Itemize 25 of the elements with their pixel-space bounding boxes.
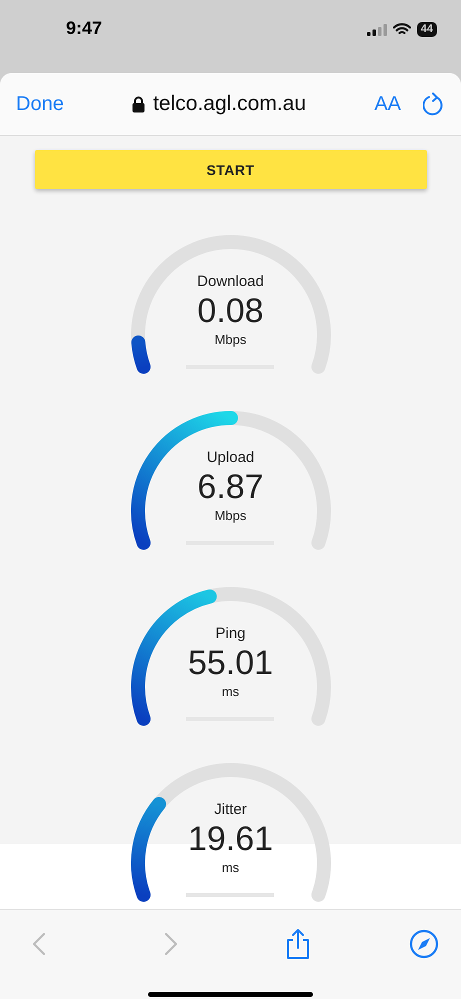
gauge-fill [130, 336, 150, 374]
signal-icon [366, 24, 387, 36]
gauge-unit: ms [220, 684, 240, 699]
compass-icon[interactable] [408, 929, 439, 959]
gauge-label: Ping [214, 625, 247, 642]
gauge-unit: Mbps [214, 332, 248, 347]
gauge-unit: Mbps [214, 508, 248, 523]
done-button[interactable]: Done [16, 92, 64, 116]
gauge-value: 55.01 [186, 644, 274, 683]
share-icon[interactable] [285, 928, 312, 960]
gauge-label: Upload [206, 449, 256, 466]
gauge-value: 0.08 [196, 292, 265, 331]
battery-level: 44 [416, 22, 437, 37]
gauge-label: Jitter [213, 801, 248, 818]
gauge-value: 19.61 [186, 820, 274, 859]
text-size-button[interactable]: AA [374, 92, 401, 116]
gauge-value: 6.87 [196, 468, 265, 507]
reload-icon[interactable] [423, 92, 445, 116]
lock-icon [132, 96, 146, 112]
start-button[interactable]: START [34, 150, 426, 189]
status-time: 9:47 [66, 18, 102, 39]
gauge-label: Download [196, 273, 265, 290]
wifi-icon [392, 23, 411, 36]
gauge-unit: ms [220, 860, 240, 875]
url-text[interactable]: telco.agl.com.au [153, 92, 306, 116]
